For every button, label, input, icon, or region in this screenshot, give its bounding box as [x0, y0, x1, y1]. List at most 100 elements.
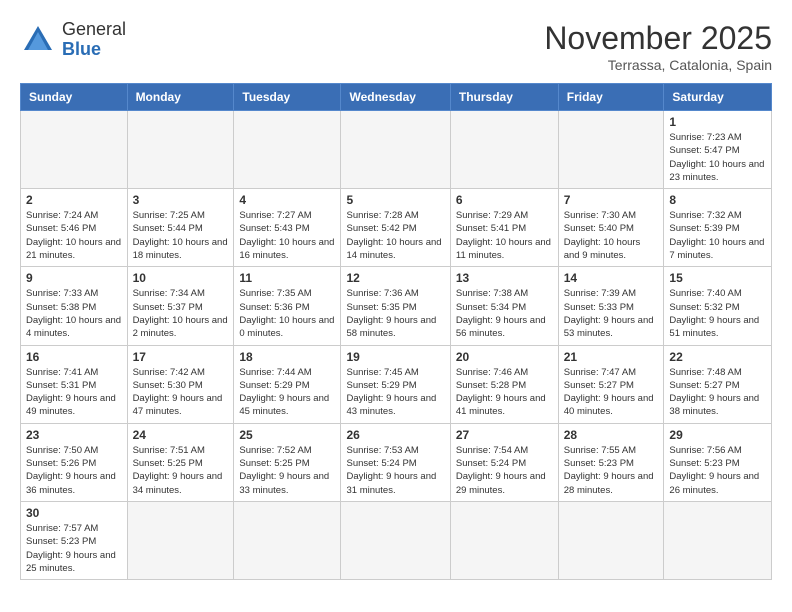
- day-number: 28: [564, 428, 659, 442]
- table-row: [127, 111, 234, 189]
- day-number: 12: [346, 271, 444, 285]
- day-number: 15: [669, 271, 766, 285]
- day-number: 14: [564, 271, 659, 285]
- day-number: 17: [133, 350, 229, 364]
- table-row: 20 Sunrise: 7:46 AM Sunset: 5:28 PM Dayli…: [450, 345, 558, 423]
- header-sunday: Sunday: [21, 84, 128, 111]
- table-row: 22 Sunrise: 7:48 AM Sunset: 5:27 PM Dayli…: [664, 345, 772, 423]
- calendar-week-row: 30 Sunrise: 7:57 AM Sunset: 5:23 PM Dayli…: [21, 501, 772, 579]
- header-wednesday: Wednesday: [341, 84, 450, 111]
- table-row: 17 Sunrise: 7:42 AM Sunset: 5:30 PM Dayli…: [127, 345, 234, 423]
- table-row: 1 Sunrise: 7:23 AM Sunset: 5:47 PM Daylig…: [664, 111, 772, 189]
- day-number: 7: [564, 193, 659, 207]
- table-row: 16 Sunrise: 7:41 AM Sunset: 5:31 PM Dayli…: [21, 345, 128, 423]
- day-info: Sunrise: 7:29 AM Sunset: 5:41 PM Dayligh…: [456, 209, 553, 262]
- day-info: Sunrise: 7:38 AM Sunset: 5:34 PM Dayligh…: [456, 287, 553, 340]
- table-row: 21 Sunrise: 7:47 AM Sunset: 5:27 PM Dayli…: [558, 345, 664, 423]
- table-row: 2Sunrise: 7:24 AM Sunset: 5:46 PM Daylig…: [21, 189, 128, 267]
- day-number: 25: [239, 428, 335, 442]
- day-number: 29: [669, 428, 766, 442]
- table-row: 12 Sunrise: 7:36 AM Sunset: 5:35 PM Dayli…: [341, 267, 450, 345]
- day-info: Sunrise: 7:36 AM Sunset: 5:35 PM Dayligh…: [346, 287, 444, 340]
- calendar-week-row: 23Sunrise: 7:50 AM Sunset: 5:26 PM Dayli…: [21, 423, 772, 501]
- day-number: 24: [133, 428, 229, 442]
- day-number: 16: [26, 350, 122, 364]
- day-number: 13: [456, 271, 553, 285]
- day-info: Sunrise: 7:48 AM Sunset: 5:27 PM Dayligh…: [669, 366, 766, 419]
- day-info: Sunrise: 7:53 AM Sunset: 5:24 PM Dayligh…: [346, 444, 444, 497]
- day-number: 27: [456, 428, 553, 442]
- day-info: Sunrise: 7:30 AM Sunset: 5:40 PM Dayligh…: [564, 209, 659, 262]
- logo-blue: Blue: [62, 39, 101, 59]
- day-info: Sunrise: 7:42 AM Sunset: 5:30 PM Dayligh…: [133, 366, 229, 419]
- day-number: 30: [26, 506, 122, 520]
- table-row: [234, 111, 341, 189]
- day-info: Sunrise: 7:57 AM Sunset: 5:23 PM Dayligh…: [26, 522, 122, 575]
- table-row: 23Sunrise: 7:50 AM Sunset: 5:26 PM Dayli…: [21, 423, 128, 501]
- table-row: 13 Sunrise: 7:38 AM Sunset: 5:34 PM Dayli…: [450, 267, 558, 345]
- day-info: Sunrise: 7:51 AM Sunset: 5:25 PM Dayligh…: [133, 444, 229, 497]
- table-row: 4Sunrise: 7:27 AM Sunset: 5:43 PM Daylig…: [234, 189, 341, 267]
- header: General Blue November 2025 Terrassa, Cat…: [20, 20, 772, 73]
- table-row: 28Sunrise: 7:55 AM Sunset: 5:23 PM Dayli…: [558, 423, 664, 501]
- table-row: [21, 111, 128, 189]
- day-number: 10: [133, 271, 229, 285]
- table-row: 18 Sunrise: 7:44 AM Sunset: 5:29 PM Dayli…: [234, 345, 341, 423]
- table-row: 19 Sunrise: 7:45 AM Sunset: 5:29 PM Dayli…: [341, 345, 450, 423]
- header-tuesday: Tuesday: [234, 84, 341, 111]
- table-row: 5Sunrise: 7:28 AM Sunset: 5:42 PM Daylig…: [341, 189, 450, 267]
- table-row: 25 Sunrise: 7:52 AM Sunset: 5:25 PM Dayli…: [234, 423, 341, 501]
- table-row: 6 Sunrise: 7:29 AM Sunset: 5:41 PM Daylig…: [450, 189, 558, 267]
- day-info: Sunrise: 7:56 AM Sunset: 5:23 PM Dayligh…: [669, 444, 766, 497]
- table-row: 8Sunrise: 7:32 AM Sunset: 5:39 PM Daylig…: [664, 189, 772, 267]
- table-row: 29 Sunrise: 7:56 AM Sunset: 5:23 PM Dayli…: [664, 423, 772, 501]
- day-number: 1: [669, 115, 766, 129]
- day-info: Sunrise: 7:39 AM Sunset: 5:33 PM Dayligh…: [564, 287, 659, 340]
- table-row: 14 Sunrise: 7:39 AM Sunset: 5:33 PM Dayli…: [558, 267, 664, 345]
- table-row: 15Sunrise: 7:40 AM Sunset: 5:32 PM Dayli…: [664, 267, 772, 345]
- table-row: [664, 501, 772, 579]
- day-info: Sunrise: 7:47 AM Sunset: 5:27 PM Dayligh…: [564, 366, 659, 419]
- days-header-row: Sunday Monday Tuesday Wednesday Thursday…: [21, 84, 772, 111]
- location: Terrassa, Catalonia, Spain: [544, 57, 772, 73]
- header-friday: Friday: [558, 84, 664, 111]
- day-number: 18: [239, 350, 335, 364]
- day-info: Sunrise: 7:25 AM Sunset: 5:44 PM Dayligh…: [133, 209, 229, 262]
- calendar-week-row: 1 Sunrise: 7:23 AM Sunset: 5:47 PM Daylig…: [21, 111, 772, 189]
- day-info: Sunrise: 7:45 AM Sunset: 5:29 PM Dayligh…: [346, 366, 444, 419]
- day-info: Sunrise: 7:24 AM Sunset: 5:46 PM Dayligh…: [26, 209, 122, 262]
- header-thursday: Thursday: [450, 84, 558, 111]
- day-number: 19: [346, 350, 444, 364]
- table-row: [341, 501, 450, 579]
- table-row: [558, 111, 664, 189]
- table-row: [341, 111, 450, 189]
- day-number: 6: [456, 193, 553, 207]
- day-info: Sunrise: 7:34 AM Sunset: 5:37 PM Dayligh…: [133, 287, 229, 340]
- header-monday: Monday: [127, 84, 234, 111]
- table-row: 7 Sunrise: 7:30 AM Sunset: 5:40 PM Daylig…: [558, 189, 664, 267]
- day-number: 3: [133, 193, 229, 207]
- logo-icon: [20, 22, 56, 58]
- table-row: 11Sunrise: 7:35 AM Sunset: 5:36 PM Dayli…: [234, 267, 341, 345]
- calendar-week-row: 9Sunrise: 7:33 AM Sunset: 5:38 PM Daylig…: [21, 267, 772, 345]
- table-row: [450, 501, 558, 579]
- day-info: Sunrise: 7:44 AM Sunset: 5:29 PM Dayligh…: [239, 366, 335, 419]
- day-info: Sunrise: 7:23 AM Sunset: 5:47 PM Dayligh…: [669, 131, 766, 184]
- table-row: 27Sunrise: 7:54 AM Sunset: 5:24 PM Dayli…: [450, 423, 558, 501]
- table-row: [558, 501, 664, 579]
- table-row: 9Sunrise: 7:33 AM Sunset: 5:38 PM Daylig…: [21, 267, 128, 345]
- table-row: 24 Sunrise: 7:51 AM Sunset: 5:25 PM Dayli…: [127, 423, 234, 501]
- table-row: 26Sunrise: 7:53 AM Sunset: 5:24 PM Dayli…: [341, 423, 450, 501]
- day-info: Sunrise: 7:27 AM Sunset: 5:43 PM Dayligh…: [239, 209, 335, 262]
- day-number: 8: [669, 193, 766, 207]
- day-number: 22: [669, 350, 766, 364]
- day-number: 9: [26, 271, 122, 285]
- day-info: Sunrise: 7:46 AM Sunset: 5:28 PM Dayligh…: [456, 366, 553, 419]
- title-area: November 2025 Terrassa, Catalonia, Spain: [544, 20, 772, 73]
- day-number: 21: [564, 350, 659, 364]
- day-info: Sunrise: 7:52 AM Sunset: 5:25 PM Dayligh…: [239, 444, 335, 497]
- day-number: 20: [456, 350, 553, 364]
- table-row: 10 Sunrise: 7:34 AM Sunset: 5:37 PM Dayli…: [127, 267, 234, 345]
- day-info: Sunrise: 7:41 AM Sunset: 5:31 PM Dayligh…: [26, 366, 122, 419]
- table-row: [234, 501, 341, 579]
